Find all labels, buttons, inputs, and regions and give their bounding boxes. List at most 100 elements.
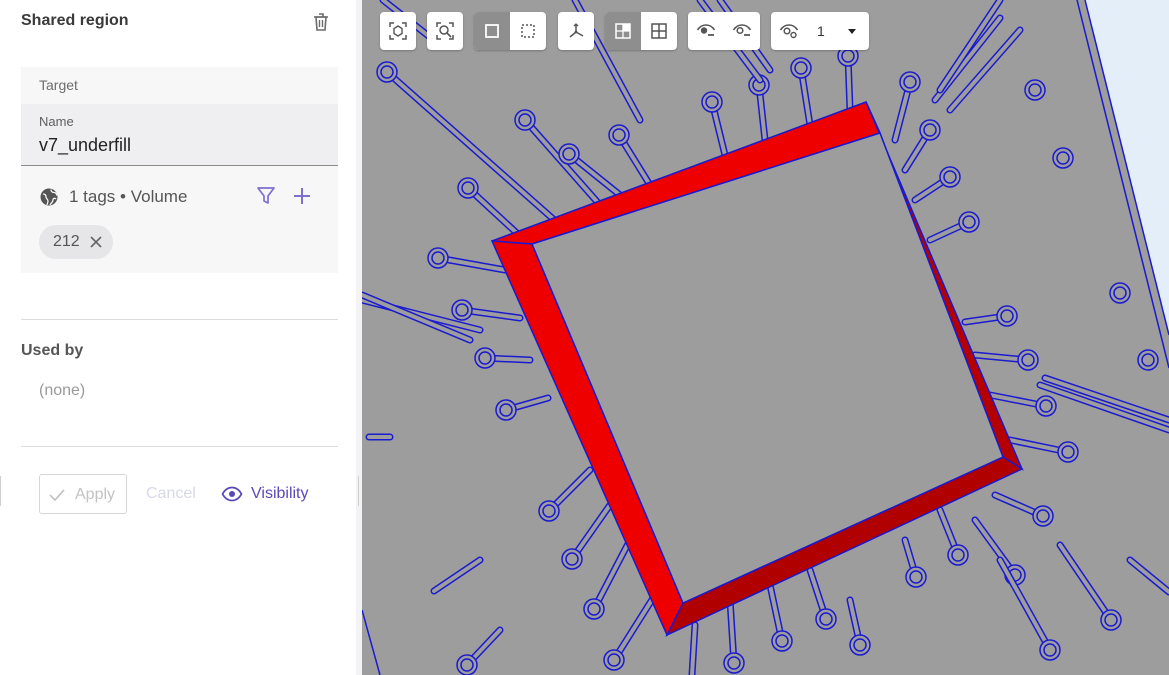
select-box-button[interactable]	[510, 12, 546, 50]
via-pad	[514, 109, 536, 131]
3d-viewport[interactable]	[362, 0, 1169, 675]
selection-mode-group	[474, 12, 546, 50]
via-pad	[701, 91, 723, 113]
eye-gear-icon	[779, 24, 799, 39]
square-icon	[485, 24, 499, 38]
via-pad	[558, 143, 580, 165]
delete-button[interactable]	[310, 11, 332, 33]
toolbar-group	[558, 12, 594, 50]
shared-region-panel: Shared region Target Name v7_underfill 1…	[0, 0, 356, 675]
view-selector[interactable]: 1	[771, 12, 869, 50]
dashed-square-icon	[521, 24, 535, 38]
caret-down-icon[interactable]	[845, 24, 859, 38]
divider	[21, 319, 338, 320]
trace-fill	[432, 558, 482, 593]
trace-fill	[1058, 543, 1113, 622]
via-pad	[1057, 441, 1079, 463]
via-pad	[376, 61, 398, 83]
visibility-button[interactable]: Visibility	[221, 483, 331, 507]
show-button[interactable]	[724, 12, 760, 50]
name-input[interactable]: v7_underfill	[39, 135, 131, 156]
divider	[21, 446, 338, 447]
select-solid-button[interactable]	[474, 12, 510, 50]
plus-icon	[294, 188, 310, 204]
via-pad	[771, 630, 793, 652]
via-pad	[1035, 395, 1057, 417]
via-pad	[947, 544, 969, 566]
via-pad	[1039, 639, 1061, 661]
via-pad	[849, 634, 871, 656]
view-settings-button[interactable]	[771, 12, 807, 50]
visibility-group	[688, 12, 760, 50]
via-pad	[608, 124, 630, 146]
globe-icon	[40, 188, 58, 206]
grid-view-button[interactable]	[641, 12, 677, 50]
trace-fill	[1038, 383, 1169, 432]
trace-fill	[362, 293, 472, 342]
via-pad	[456, 654, 478, 675]
fit-selection-button[interactable]	[380, 12, 416, 50]
panel-title: Shared region	[21, 12, 129, 29]
check-icon	[49, 489, 65, 502]
via-pad	[905, 566, 927, 588]
trace-fill	[385, 70, 562, 227]
eye-outline-icon	[732, 24, 752, 36]
via-pad	[1137, 349, 1159, 371]
via-pad	[1109, 282, 1131, 304]
model-scene[interactable]	[362, 0, 1169, 675]
axes-button[interactable]	[558, 12, 594, 50]
add-tag-button[interactable]	[291, 185, 313, 207]
zoom-fit-button[interactable]	[427, 12, 463, 50]
filter-icon	[257, 187, 275, 204]
via-pad	[451, 299, 473, 321]
remove-tag-button[interactable]	[89, 235, 103, 249]
used-by-value: (none)	[39, 382, 86, 399]
trace-fill	[1128, 558, 1169, 594]
trace-fill	[592, 538, 632, 611]
tag-chip-label: 212	[53, 233, 80, 250]
via-pad	[1100, 609, 1122, 631]
via-pad	[939, 166, 961, 188]
via-pad	[815, 608, 837, 630]
splitter-grip[interactable]	[358, 476, 359, 506]
via-pad	[1024, 79, 1046, 101]
trace-fill	[612, 593, 657, 662]
name-label: Name	[39, 114, 74, 129]
toolbar-group	[427, 12, 463, 50]
via-pad	[919, 119, 941, 141]
zoom-fit-icon	[436, 22, 454, 40]
via-pad	[1052, 147, 1074, 169]
via-pad	[457, 177, 479, 199]
section-view-button[interactable]	[605, 12, 641, 50]
target-section: Target Name v7_underfill 1 tags • Volume	[21, 67, 338, 273]
via-pad	[790, 57, 812, 79]
name-field[interactable]: Name v7_underfill	[21, 104, 338, 166]
board-edge-lower	[362, 609, 381, 675]
eye-icon	[221, 486, 243, 502]
via-pad	[427, 247, 449, 269]
used-by-title: Used by	[21, 342, 84, 359]
via-pad	[495, 399, 517, 421]
visibility-label: Visibility	[251, 485, 309, 502]
section-view-icon	[615, 23, 631, 39]
via-pad	[1017, 349, 1039, 371]
tags-summary: 1 tags • Volume	[69, 187, 188, 206]
trace-fill	[938, 0, 1002, 92]
apply-label: Apply	[75, 486, 116, 503]
cancel-button[interactable]: Cancel	[146, 485, 196, 503]
tags-row: 1 tags • Volume	[39, 185, 329, 209]
axes-icon	[569, 23, 584, 38]
hide-button[interactable]	[688, 12, 724, 50]
close-icon	[90, 236, 102, 248]
via-pad	[723, 652, 745, 674]
view-count: 1	[817, 23, 825, 39]
filter-button[interactable]	[255, 185, 277, 207]
via-pad	[996, 305, 1018, 327]
via-pad	[1032, 505, 1054, 527]
target-label: Target	[39, 77, 78, 93]
apply-button[interactable]: Apply	[39, 474, 127, 514]
via-pad	[583, 598, 605, 620]
toolbar-group	[380, 12, 416, 50]
grid-icon	[651, 23, 667, 39]
eye-minus-icon	[696, 24, 716, 36]
